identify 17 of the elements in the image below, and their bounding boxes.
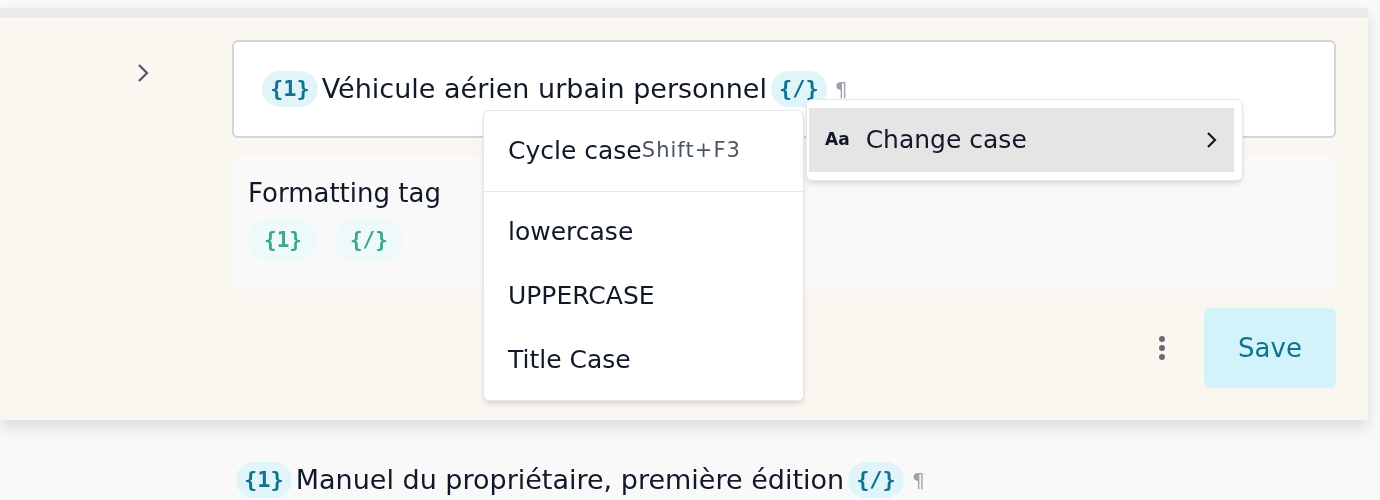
submenu-item[interactable]: Aa Change case (809, 108, 1234, 172)
segment-text: Véhicule aérien urbain personnel (321, 71, 767, 106)
tag-chip: {1} (236, 462, 292, 499)
tag-chip: {/} (770, 71, 827, 107)
menu-item[interactable]: UPPERCASE (484, 264, 803, 328)
tag-chip: {1} (262, 71, 318, 107)
save-button[interactable]: Save (1204, 308, 1336, 388)
chevron-icon (1204, 130, 1218, 150)
menu-item[interactable]: Title Case (484, 328, 803, 392)
panel-title: Formatting tag (248, 177, 442, 210)
menu-item[interactable]: lowercase (484, 200, 803, 264)
paragraph-mark: ¶ (911, 467, 925, 495)
more-icon[interactable] (1158, 335, 1166, 361)
paragraph-mark: ¶ (834, 76, 848, 103)
tag-chip: {/} (848, 462, 904, 499)
shortcut-text: Shift+F3 (641, 137, 741, 165)
segment-text: Manuel du propriétaire, première édition (295, 463, 845, 497)
